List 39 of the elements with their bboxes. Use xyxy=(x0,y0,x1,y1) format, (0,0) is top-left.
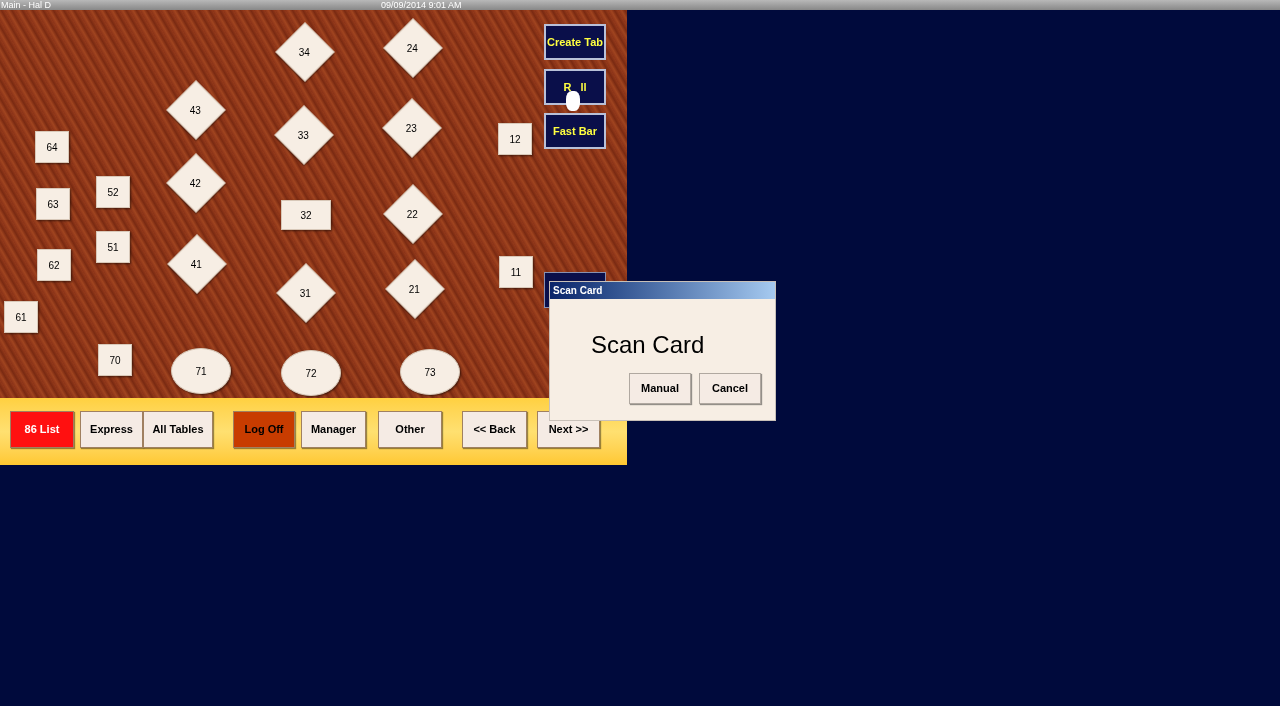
dialog-button[interactable]: Manual xyxy=(629,373,691,404)
square-table[interactable]: 62 xyxy=(37,249,71,281)
rectangular-table[interactable]: 32 xyxy=(281,200,331,230)
toolbar-button[interactable]: Express xyxy=(80,411,143,448)
square-table[interactable]: 52 xyxy=(96,176,130,208)
diamond-table[interactable]: 33 xyxy=(274,105,334,165)
diamond-table[interactable]: 24 xyxy=(383,18,443,78)
round-table[interactable]: 72 xyxy=(281,350,341,396)
toolbar-button[interactable]: All Tables xyxy=(143,411,213,448)
dialog-title: Scan Card xyxy=(553,284,603,298)
side-button[interactable]: R ll xyxy=(544,69,606,105)
square-table[interactable]: 12 xyxy=(498,123,532,155)
round-table[interactable]: 73 xyxy=(400,349,460,395)
diamond-table[interactable]: 34 xyxy=(275,22,335,82)
dialog-button[interactable]: Cancel xyxy=(699,373,761,404)
dialog-message: Scan Card xyxy=(591,333,706,357)
toolbar-button[interactable]: Manager xyxy=(301,411,366,448)
square-table[interactable]: 61 xyxy=(4,301,38,333)
square-table[interactable]: 63 xyxy=(36,188,70,220)
window-title: Main - Hal D xyxy=(1,0,51,10)
square-table[interactable]: 70 xyxy=(98,344,132,376)
diamond-table[interactable]: 31 xyxy=(276,263,336,323)
diamond-table[interactable]: 21 xyxy=(385,259,445,319)
diamond-table[interactable]: 42 xyxy=(166,153,226,213)
diamond-table[interactable]: 23 xyxy=(382,98,442,158)
toolbar-button[interactable]: 86 List xyxy=(10,411,74,448)
diamond-table[interactable]: 22 xyxy=(383,184,443,244)
square-table[interactable]: 11 xyxy=(499,256,533,288)
square-table[interactable]: 64 xyxy=(35,131,69,163)
date-time: 09/09/2014 9:01 AM xyxy=(381,0,462,10)
diamond-table[interactable]: 43 xyxy=(166,80,226,140)
side-button[interactable]: Fast Bar xyxy=(544,113,606,149)
toolbar-button[interactable]: Log Off xyxy=(233,411,295,448)
toolbar-button[interactable]: << Back xyxy=(462,411,527,448)
toolbar-button[interactable]: Other xyxy=(378,411,442,448)
square-table[interactable]: 51 xyxy=(96,231,130,263)
diamond-table[interactable]: 41 xyxy=(167,234,227,294)
side-button[interactable]: Create Tab xyxy=(544,24,606,60)
round-table[interactable]: 71 xyxy=(171,348,231,394)
